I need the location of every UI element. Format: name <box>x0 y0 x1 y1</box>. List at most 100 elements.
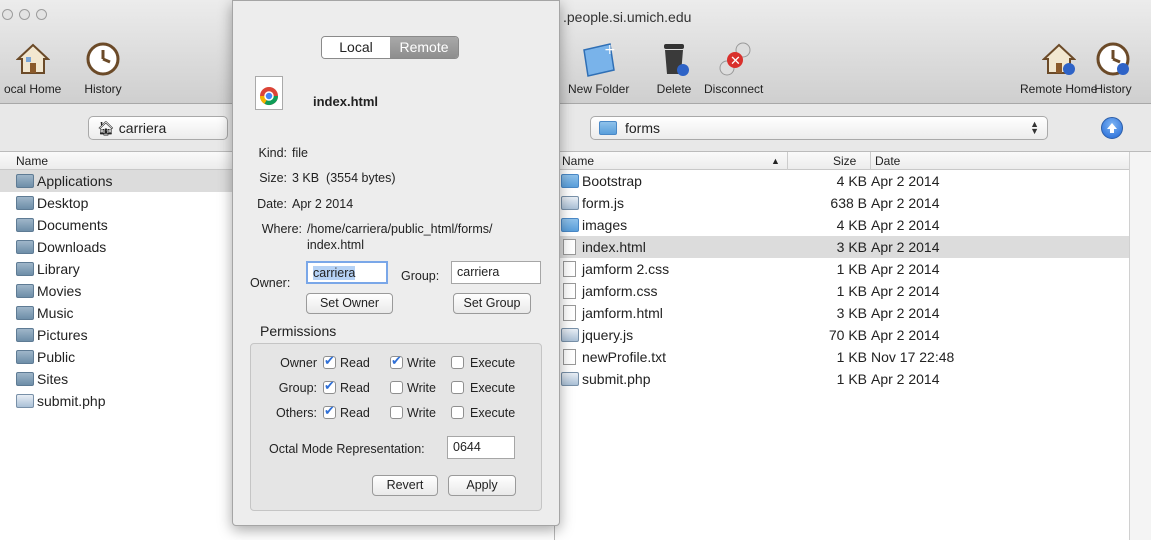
go-up-button[interactable] <box>1101 117 1123 139</box>
owner-label: Owner: <box>250 276 291 290</box>
file-date: Nov 17 22:48 <box>871 349 955 365</box>
new-folder-label: New Folder <box>568 82 630 96</box>
file-name: images <box>582 217 628 233</box>
close-window-button[interactable] <box>2 9 13 20</box>
table-row[interactable]: jamform.html 3 KB Apr 2 2014 <box>557 302 1151 324</box>
group-field[interactable]: carriera <box>451 261 541 284</box>
remote-size-column[interactable]: Size <box>833 154 856 168</box>
local-path-popup[interactable]: 🏠︎ carriera <box>88 116 228 140</box>
file-name: Music <box>37 305 74 321</box>
file-name: Desktop <box>37 195 89 211</box>
file-name: Public <box>37 349 76 365</box>
history-label-right: History <box>1094 82 1132 96</box>
local-home-button[interactable]: ocal Home <box>4 40 61 96</box>
remote-name-column[interactable]: Name <box>562 154 594 168</box>
kind-value: file <box>292 146 308 160</box>
remote-home-label: Remote Home <box>1020 82 1098 96</box>
document-icon <box>563 239 576 255</box>
set-owner-button[interactable]: Set Owner <box>306 293 393 314</box>
local-segment[interactable]: Local <box>322 37 390 58</box>
remote-date-column[interactable]: Date <box>875 154 900 168</box>
others-read-checkbox[interactable] <box>323 403 336 419</box>
file-date: Apr 2 2014 <box>871 371 940 387</box>
disconnect-label: Disconnect <box>704 82 764 96</box>
remote-path-popup[interactable]: forms ▲ ▼ <box>590 116 1048 140</box>
apply-button[interactable]: Apply <box>448 475 516 496</box>
script-icon <box>561 196 579 210</box>
table-row[interactable]: submit.php 1 KB Apr 2 2014 <box>557 368 1151 390</box>
file-document-icon <box>255 76 283 110</box>
file-size: 1 KB <box>836 261 867 277</box>
table-row[interactable]: form.js 638 B Apr 2 2014 <box>557 192 1151 214</box>
file-size: 4 KB <box>836 173 867 189</box>
owner-execute-label: Execute <box>470 356 516 370</box>
table-row[interactable]: index.html 3 KB Apr 2 2014 <box>557 236 1151 258</box>
zoom-window-button[interactable] <box>36 9 47 20</box>
local-name-column[interactable]: Name <box>16 154 48 168</box>
octal-field[interactable]: 0644 <box>447 436 515 459</box>
file-name: Sites <box>37 371 69 387</box>
revert-button[interactable]: Revert <box>372 475 438 496</box>
table-row[interactable]: jamform 2.css 1 KB Apr 2 2014 <box>557 258 1151 280</box>
remote-file-pane: Name ▲ Size Date Bootstrap 4 KB Apr 2 2014… <box>557 152 1151 540</box>
history-button-right[interactable]: History <box>1094 40 1132 96</box>
window-toolbar: .people.si.umich.edu ocal Home History +… <box>0 0 1151 104</box>
remote-column-header: Name ▲ Size Date <box>557 152 1151 170</box>
clock-icon <box>84 40 122 78</box>
group-execute-checkbox[interactable] <box>451 381 464 394</box>
remote-home-icon <box>1040 40 1078 78</box>
file-name: form.js <box>582 195 624 211</box>
svg-text:+: + <box>604 42 616 58</box>
remote-home-button[interactable]: Remote Home <box>1020 40 1097 96</box>
remote-scrollbar[interactable] <box>1129 152 1151 540</box>
script-icon <box>561 328 579 342</box>
trash-icon <box>655 40 693 78</box>
disconnect-button[interactable]: ✕ Disconnect <box>704 40 763 96</box>
remote-segment[interactable]: Remote <box>390 37 458 58</box>
others-perm-label: Others: <box>276 406 317 420</box>
folder-icon <box>16 372 34 386</box>
new-folder-button[interactable]: + New Folder <box>568 40 629 96</box>
file-info-popover: Local Remote index.html Kind: file Size:… <box>232 0 560 526</box>
group-write-label: Write <box>407 381 436 395</box>
file-name: Movies <box>37 283 82 299</box>
owner-read-checkbox[interactable] <box>323 353 336 369</box>
history-label-left: History <box>84 82 122 96</box>
kind-label: Kind: <box>258 146 288 160</box>
file-size: 1 KB <box>836 283 867 299</box>
table-row[interactable]: Bootstrap 4 KB Apr 2 2014 <box>557 170 1151 192</box>
permissions-heading: Permissions <box>260 323 337 339</box>
table-row[interactable]: newProfile.txt 1 KB Nov 17 22:48 <box>557 346 1151 368</box>
group-write-checkbox[interactable] <box>390 381 403 394</box>
others-write-checkbox[interactable] <box>390 406 403 419</box>
others-execute-checkbox[interactable] <box>451 406 464 419</box>
where-value-line1: /home/carriera/public_html/forms/ <box>307 222 493 236</box>
owner-write-label: Write <box>407 356 436 370</box>
document-icon <box>563 305 576 321</box>
owner-field[interactable]: carriera <box>306 261 388 284</box>
file-date: Apr 2 2014 <box>871 217 940 233</box>
table-row[interactable]: jquery.js 70 KB Apr 2 2014 <box>557 324 1151 346</box>
file-name: submit.php <box>582 371 651 387</box>
delete-button[interactable]: Delete <box>655 40 693 96</box>
history-button-left[interactable]: History <box>84 40 122 96</box>
table-row[interactable]: images 4 KB Apr 2 2014 <box>557 214 1151 236</box>
arrow-up-icon <box>1107 123 1117 133</box>
file-name: Pictures <box>37 327 88 343</box>
owner-write-checkbox[interactable] <box>390 353 403 369</box>
file-name: newProfile.txt <box>582 349 667 365</box>
file-name: Bootstrap <box>582 173 642 189</box>
group-execute-label: Execute <box>470 381 516 395</box>
table-row[interactable]: jamform.css 1 KB Apr 2 2014 <box>557 280 1151 302</box>
date-label: Date: <box>257 197 287 211</box>
owner-execute-checkbox[interactable] <box>451 356 464 369</box>
minimize-window-button[interactable] <box>19 9 30 20</box>
file-size: 3 KB <box>836 239 867 255</box>
document-icon <box>563 349 576 365</box>
file-date: Apr 2 2014 <box>871 195 940 211</box>
remote-history-icon <box>1094 40 1132 78</box>
group-label: Group: <box>401 269 440 283</box>
group-read-checkbox[interactable] <box>323 378 336 394</box>
set-group-button[interactable]: Set Group <box>453 293 531 314</box>
home-folder-icon: 🏠︎ <box>97 119 115 136</box>
